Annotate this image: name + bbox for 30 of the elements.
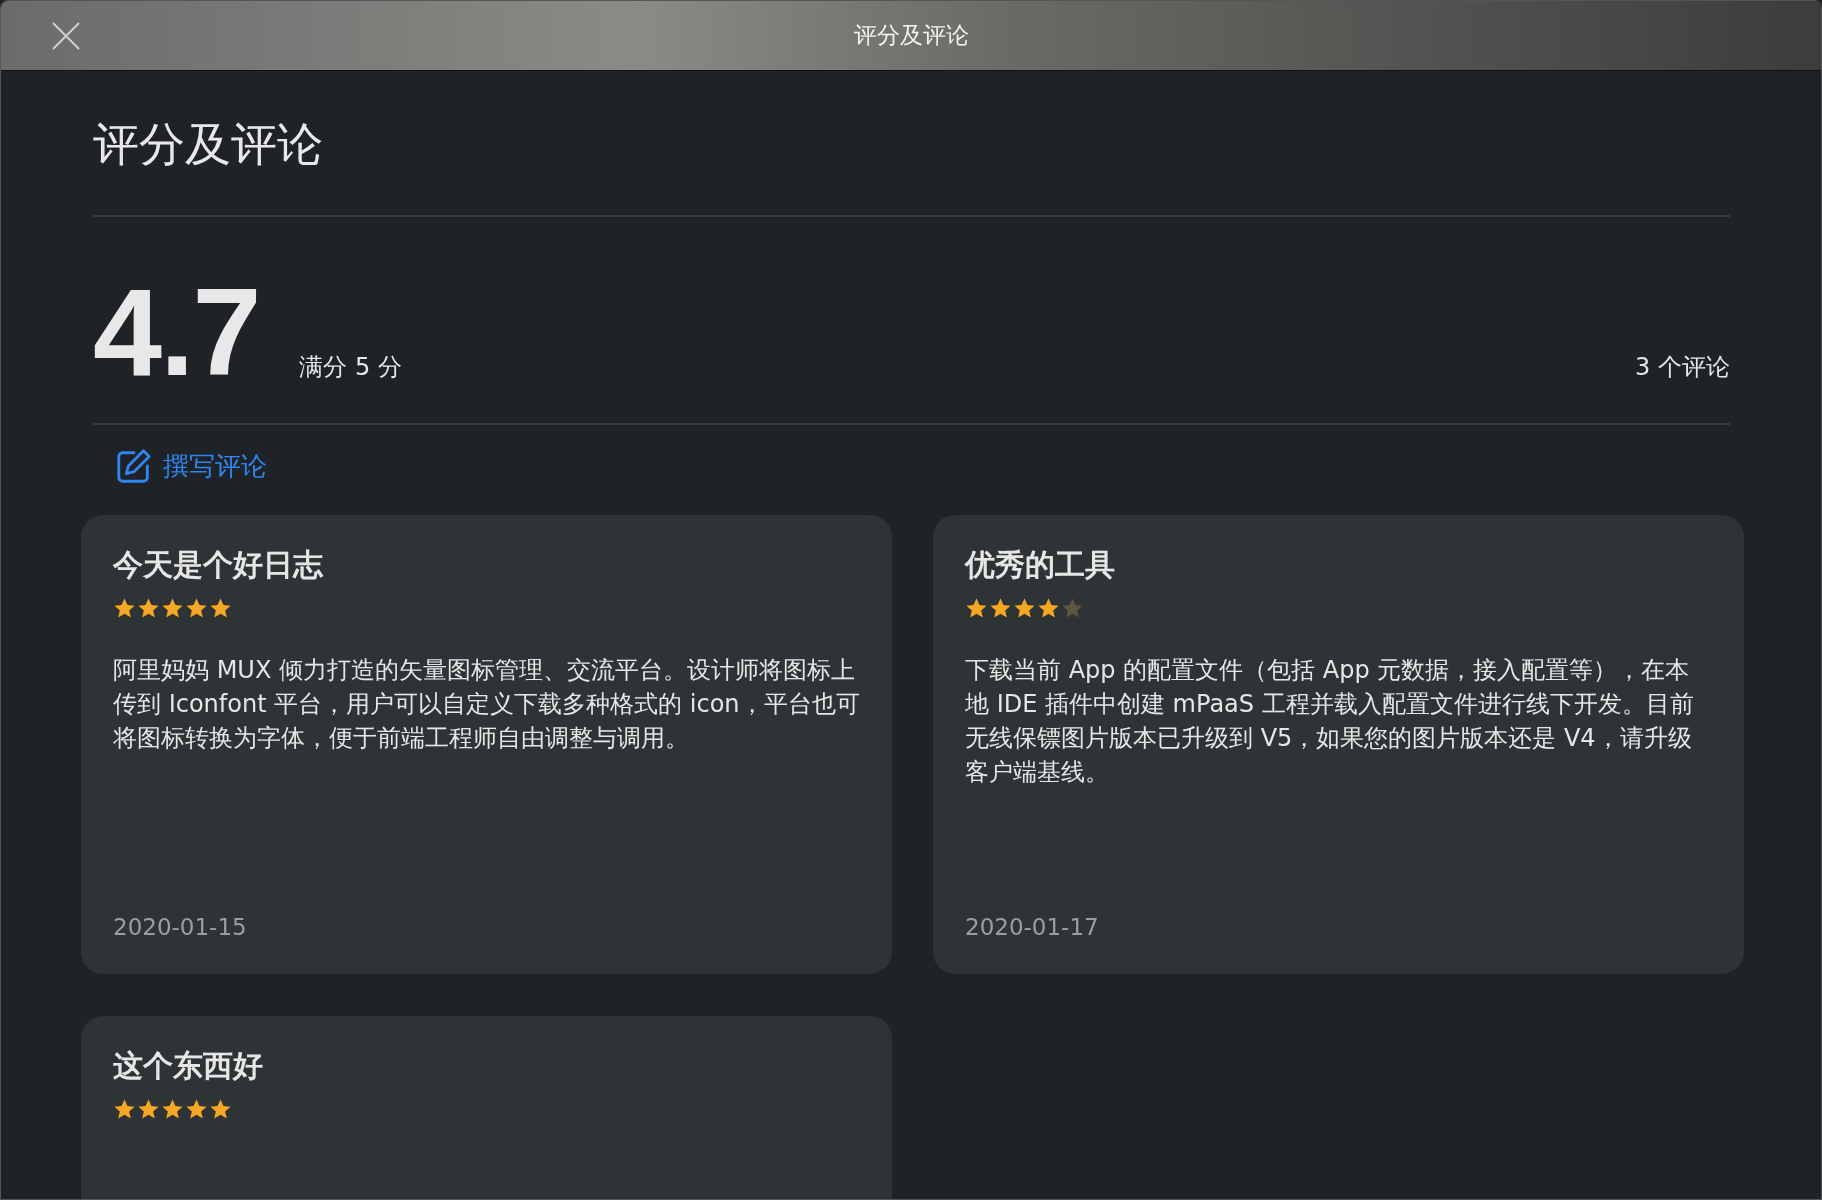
average-rating: 4.7 <box>93 277 260 387</box>
star-icon <box>1013 597 1036 619</box>
window-title: 评分及评论 <box>853 21 969 50</box>
write-review-link[interactable]: 撰写评论 <box>163 448 267 484</box>
star-icon <box>113 597 136 619</box>
review-title: 今天是个好日志 <box>113 546 324 584</box>
rating-scale: 满分 5 分 <box>299 352 402 383</box>
star-icon <box>185 597 208 619</box>
star-icon <box>137 597 160 619</box>
star-icon <box>161 597 184 619</box>
close-icon[interactable] <box>51 21 81 51</box>
star-icon <box>161 1098 184 1120</box>
edit-icon[interactable] <box>115 447 153 485</box>
page-heading: 评分及评论 <box>93 116 324 173</box>
review-title: 优秀的工具 <box>965 546 1116 584</box>
star-icon <box>1061 597 1084 619</box>
review-date: 2020-01-15 <box>113 914 248 942</box>
star-icon <box>1037 597 1060 619</box>
review-text: 阿里妈妈 MUX 倾力打造的矢量图标管理、交流平台。设计师将图标上传到 Iconfont 平台，用户可以自定义下载多种格式的 icon，平台也可将图标转换为字体，便于前端工程师自由调整与调用。 <box>113 655 860 754</box>
star-icon <box>209 1098 232 1120</box>
star-icon <box>137 1098 160 1120</box>
review-title: 这个东西好 <box>113 1047 264 1085</box>
review-date: 2020-01-17 <box>965 914 1100 942</box>
star-icon <box>965 597 988 619</box>
star-icon <box>989 597 1012 619</box>
star-icon <box>113 1098 136 1120</box>
review-text: 下载当前 App 的配置文件（包括 App 元数据，接入配置等），在本地 IDE 插件中创建 mPaaS 工程并载入配置文件进行线下开发。目前无线保镖图片版本已升级到 V5，如果您的图片版本还是 V4，请升级客户端基线。 <box>965 655 1695 788</box>
star-icon <box>185 1098 208 1120</box>
star-icon <box>209 597 232 619</box>
review-count: 3 个评论 <box>1635 352 1730 383</box>
